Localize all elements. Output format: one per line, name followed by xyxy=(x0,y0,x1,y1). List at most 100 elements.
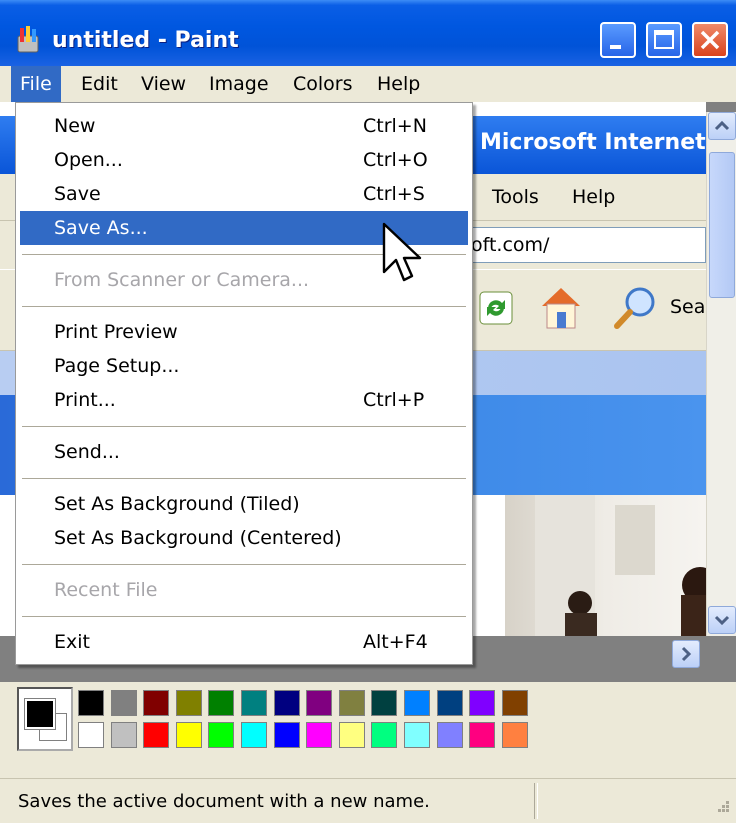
maximize-button[interactable] xyxy=(646,22,682,58)
menu-item-shortcut: Ctrl+P xyxy=(363,389,425,411)
vertical-scrollbar[interactable] xyxy=(706,112,736,636)
menu-item-bg-tiled[interactable]: Set As Background (Tiled) xyxy=(20,487,468,521)
foreground-color-swatch[interactable] xyxy=(24,698,56,730)
scroll-thumb[interactable] xyxy=(709,152,735,298)
close-icon xyxy=(700,30,720,50)
pasted-ie-search-label: Sea xyxy=(670,296,706,318)
menu-separator xyxy=(22,564,466,565)
menu-separator xyxy=(22,306,466,307)
maximize-icon xyxy=(654,30,674,49)
menu-item-label: From Scanner or Camera... xyxy=(54,269,310,291)
scroll-right-button[interactable] xyxy=(672,640,700,668)
status-bar: Saves the active document with a new nam… xyxy=(0,778,736,823)
palette-swatch[interactable] xyxy=(241,722,267,748)
menu-item-bg-centered[interactable]: Set As Background (Centered) xyxy=(20,521,468,555)
palette-swatch[interactable] xyxy=(143,690,170,716)
menu-view[interactable]: View xyxy=(132,66,195,102)
menu-item-label: Save As... xyxy=(54,217,148,239)
pasted-ie-address-text: oft.com/ xyxy=(471,234,550,256)
minimize-icon xyxy=(610,45,621,49)
palette-swatch[interactable] xyxy=(404,722,430,748)
pasted-ie-menu-help: Help xyxy=(572,186,616,208)
palette-swatch[interactable] xyxy=(143,722,170,748)
chevron-down-icon xyxy=(714,615,730,626)
menu-item-new[interactable]: New Ctrl+N xyxy=(20,109,468,143)
palette-swatch[interactable] xyxy=(306,722,333,748)
menu-item-open[interactable]: Open... Ctrl+O xyxy=(20,143,468,177)
close-button[interactable] xyxy=(692,22,728,58)
window-title: untitled - Paint xyxy=(52,28,239,53)
menu-item-print-preview[interactable]: Print Preview xyxy=(20,315,468,349)
palette-swatch[interactable] xyxy=(175,690,202,716)
palette-swatch[interactable] xyxy=(338,690,365,716)
status-divider xyxy=(534,783,538,819)
chevron-right-icon xyxy=(681,646,692,662)
scroll-up-button[interactable] xyxy=(708,112,736,140)
menu-item-label: Print Preview xyxy=(54,321,178,343)
file-menu-dropdown: New Ctrl+N Open... Ctrl+O Save Ctrl+S Sa… xyxy=(15,102,473,665)
menu-edit[interactable]: Edit xyxy=(72,66,127,102)
search-icon xyxy=(614,287,655,329)
palette-swatch[interactable] xyxy=(78,690,104,716)
menu-item-label: Save xyxy=(54,183,101,205)
mouse-pointer-icon xyxy=(382,222,422,282)
title-bar[interactable]: untitled - Paint xyxy=(0,0,736,66)
menu-separator xyxy=(22,478,466,479)
menu-item-shortcut: Alt+F4 xyxy=(363,631,428,653)
palette-swatch[interactable] xyxy=(273,722,300,748)
menu-help[interactable]: Help xyxy=(368,66,429,102)
status-text: Saves the active document with a new nam… xyxy=(18,791,430,812)
menu-item-recent-file: Recent File xyxy=(20,573,468,607)
menu-item-page-setup[interactable]: Page Setup... xyxy=(20,349,468,383)
menu-separator xyxy=(22,616,466,617)
palette-swatch[interactable] xyxy=(469,722,496,748)
current-colors[interactable] xyxy=(17,687,73,751)
palette-swatch[interactable] xyxy=(404,690,430,716)
palette-swatch[interactable] xyxy=(501,690,528,716)
menu-file[interactable]: File xyxy=(11,66,61,102)
paint-app-icon xyxy=(17,26,39,53)
menu-item-label: Set As Background (Tiled) xyxy=(54,493,300,515)
photo-people-icon xyxy=(535,495,706,636)
resize-grip-icon[interactable] xyxy=(712,799,730,817)
menu-item-label: Exit xyxy=(54,631,90,653)
palette-swatch[interactable] xyxy=(469,690,496,716)
menu-bar: File Edit View Image Colors Help xyxy=(0,66,736,102)
menu-item-save[interactable]: Save Ctrl+S xyxy=(20,177,468,211)
menu-item-shortcut: Ctrl+N xyxy=(363,115,427,137)
pasted-ie-menu-tools: Tools xyxy=(492,186,539,208)
chevron-up-icon xyxy=(714,120,730,131)
palette-swatch[interactable] xyxy=(241,690,267,716)
menu-item-print[interactable]: Print... Ctrl+P xyxy=(20,383,468,417)
menu-colors[interactable]: Colors xyxy=(284,66,362,102)
menu-item-exit[interactable]: Exit Alt+F4 xyxy=(20,625,468,659)
pasted-ie-photo xyxy=(505,495,706,636)
menu-image[interactable]: Image xyxy=(200,66,278,102)
palette-swatch[interactable] xyxy=(273,690,300,716)
palette-swatch[interactable] xyxy=(78,722,104,748)
palette-swatch[interactable] xyxy=(208,690,235,716)
palette-swatch[interactable] xyxy=(371,722,398,748)
menu-item-label: Send... xyxy=(54,441,120,463)
palette-swatch[interactable] xyxy=(436,690,463,716)
palette-swatch[interactable] xyxy=(371,690,398,716)
palette-swatch[interactable] xyxy=(436,722,463,748)
minimize-button[interactable] xyxy=(600,22,636,58)
menu-item-send[interactable]: Send... xyxy=(20,435,468,469)
menu-item-label: New xyxy=(54,115,96,137)
pasted-ie-title: Microsoft Internet xyxy=(480,130,706,155)
paint-window: untitled - Paint File Edit View Image Co… xyxy=(0,0,736,823)
palette-swatch[interactable] xyxy=(175,722,202,748)
refresh-icon xyxy=(479,291,513,325)
palette-swatch[interactable] xyxy=(110,690,137,716)
palette-swatch[interactable] xyxy=(306,690,333,716)
palette-swatch[interactable] xyxy=(338,722,365,748)
menu-item-shortcut: Ctrl+S xyxy=(363,183,425,205)
menu-item-label: Page Setup... xyxy=(54,355,180,377)
palette-swatch[interactable] xyxy=(501,722,528,748)
palette-swatch[interactable] xyxy=(208,722,235,748)
home-icon xyxy=(542,288,580,329)
scroll-down-button[interactable] xyxy=(708,606,736,634)
palette-swatch[interactable] xyxy=(110,722,137,748)
menu-item-label: Set As Background (Centered) xyxy=(54,527,342,549)
